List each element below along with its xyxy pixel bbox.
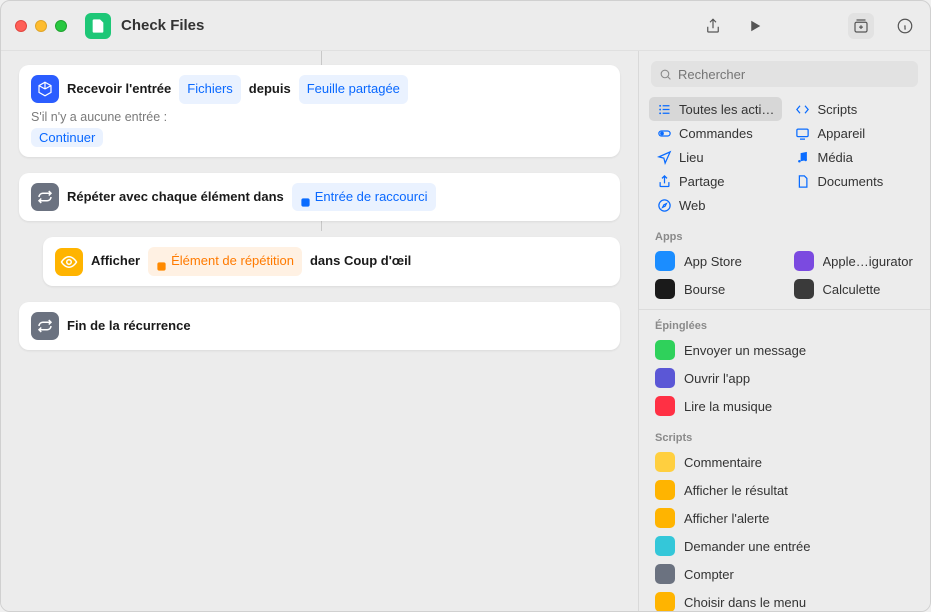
- shortcut-icon: [85, 13, 111, 39]
- toggle-icon: [656, 125, 672, 141]
- run-button[interactable]: [744, 15, 766, 37]
- library-sidebar: Toutes les acti…ScriptsCommandesAppareil…: [638, 51, 930, 611]
- pinned-list: Envoyer un messageOuvrir l'appLire la mu…: [639, 334, 930, 426]
- search-field[interactable]: [651, 61, 918, 87]
- category-grid: Toutes les acti…ScriptsCommandesAppareil…: [639, 95, 930, 225]
- app-icon: [655, 368, 675, 388]
- app-icon: [655, 452, 675, 472]
- app-appstore[interactable]: App Store: [649, 247, 782, 275]
- cat-scripts[interactable]: Scripts: [788, 97, 921, 121]
- scr-comment[interactable]: Commentaire: [649, 448, 920, 476]
- cat-device[interactable]: Appareil: [788, 121, 921, 145]
- token-files[interactable]: Fichiers: [179, 75, 241, 104]
- app-icon: [794, 251, 814, 271]
- scr-ask-input[interactable]: Demander une entrée: [649, 532, 920, 560]
- scr-show-alert[interactable]: Afficher l'alerte: [649, 504, 920, 532]
- pin-play-music[interactable]: Lire la musique: [649, 392, 920, 420]
- app-icon: [655, 251, 675, 271]
- token-shortcut-input[interactable]: Entrée de raccourci: [292, 183, 436, 212]
- token-share-sheet[interactable]: Feuille partagée: [299, 75, 408, 104]
- app-icon: [794, 279, 814, 299]
- app-icon: [655, 508, 675, 528]
- app-icon: [655, 564, 675, 584]
- app-bourse[interactable]: Bourse: [649, 275, 782, 303]
- cat-location[interactable]: Lieu: [649, 145, 782, 169]
- token-continue[interactable]: Continuer: [31, 128, 103, 147]
- cat-commands[interactable]: Commandes: [649, 121, 782, 145]
- doc-icon: [795, 173, 811, 189]
- section-apps-header: Apps: [639, 225, 930, 245]
- action-quick-look[interactable]: Afficher Élément de répétition dans Coup…: [43, 237, 620, 286]
- app-icon: [655, 480, 675, 500]
- no-input-label: S'il n'y a aucune entrée :: [31, 110, 167, 124]
- scripts-list: CommentaireAfficher le résultatAfficher …: [639, 446, 930, 611]
- app-configurator[interactable]: Apple…igurator: [788, 247, 921, 275]
- window-title: Check Files: [121, 17, 204, 34]
- share-button[interactable]: [702, 15, 724, 37]
- search-icon: [659, 68, 672, 81]
- app-calculette[interactable]: Calculette: [788, 275, 921, 303]
- cat-all-actions[interactable]: Toutes les acti…: [649, 97, 782, 121]
- action-receive-input[interactable]: Recevoir l'entrée Fichiers depuis Feuill…: [19, 65, 620, 157]
- window-controls: [15, 20, 67, 32]
- section-scripts-header: Scripts: [639, 426, 930, 446]
- section-pinned-header: Épinglées: [639, 314, 930, 334]
- apps-grid: App StoreApple…iguratorBourseCalculette: [639, 245, 930, 305]
- workflow-editor[interactable]: Recevoir l'entrée Fichiers depuis Feuill…: [1, 51, 638, 611]
- pin-send-message[interactable]: Envoyer un message: [649, 336, 920, 364]
- titlebar: Check Files: [1, 1, 930, 51]
- app-icon: [655, 279, 675, 299]
- action-repeat-each[interactable]: Répéter avec chaque élément dans Entrée …: [19, 173, 620, 222]
- receive-input-icon: [31, 75, 59, 103]
- quick-look-icon: [55, 248, 83, 276]
- location-icon: [656, 149, 672, 165]
- info-button[interactable]: [894, 15, 916, 37]
- close-window-button[interactable]: [15, 20, 27, 32]
- scr-show-result[interactable]: Afficher le résultat: [649, 476, 920, 504]
- scr-count[interactable]: Compter: [649, 560, 920, 588]
- app-icon: [655, 396, 675, 416]
- app-icon: [655, 536, 675, 556]
- device-icon: [795, 125, 811, 141]
- cat-documents[interactable]: Documents: [788, 169, 921, 193]
- app-icon: [655, 340, 675, 360]
- library-toggle-button[interactable]: [848, 13, 874, 39]
- search-input[interactable]: [678, 67, 910, 82]
- minimize-window-button[interactable]: [35, 20, 47, 32]
- share-icon: [656, 173, 672, 189]
- script-icon: [795, 101, 811, 117]
- cat-media[interactable]: Média: [788, 145, 921, 169]
- cat-web[interactable]: Web: [649, 193, 782, 217]
- safari-icon: [656, 197, 672, 213]
- zoom-window-button[interactable]: [55, 20, 67, 32]
- cat-share[interactable]: Partage: [649, 169, 782, 193]
- app-window: Check Files: [0, 0, 931, 612]
- end-repeat-icon: [31, 312, 59, 340]
- list-icon: [656, 101, 672, 117]
- scr-choose-menu[interactable]: Choisir dans le menu: [649, 588, 920, 611]
- repeat-icon: [31, 183, 59, 211]
- app-icon: [655, 592, 675, 611]
- music-icon: [795, 149, 811, 165]
- token-repeat-item[interactable]: Élément de répétition: [148, 247, 302, 276]
- action-end-repeat[interactable]: Fin de la récurrence: [19, 302, 620, 350]
- pin-open-app[interactable]: Ouvrir l'app: [649, 364, 920, 392]
